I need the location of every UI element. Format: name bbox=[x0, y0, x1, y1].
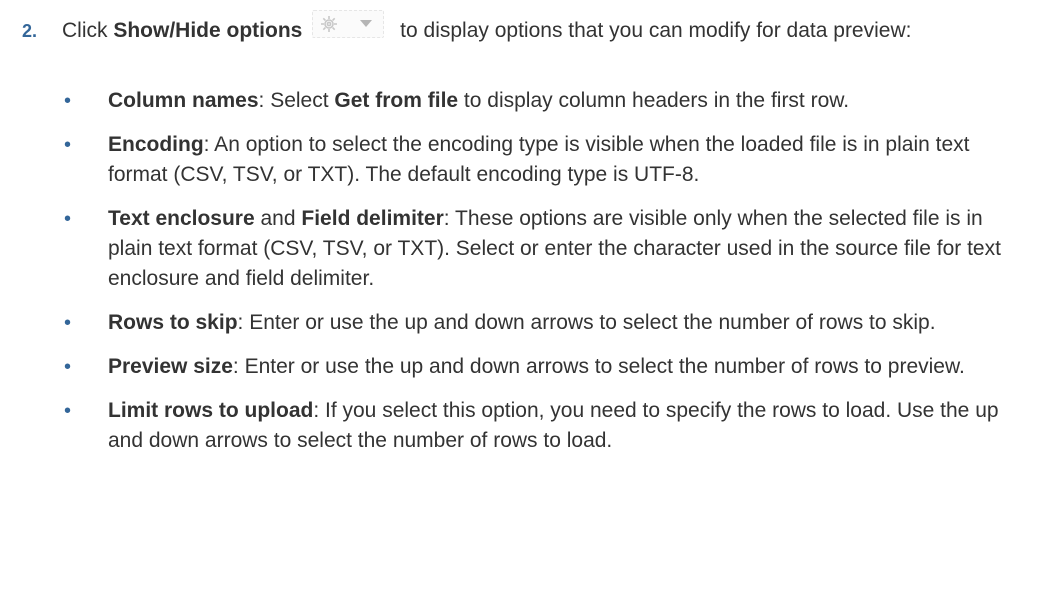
bullet-dot: • bbox=[64, 312, 72, 334]
bullet-dot: • bbox=[64, 356, 72, 378]
list-item-encoding: • Encoding: An option to select the encod… bbox=[64, 130, 1024, 190]
term-get-from-file: Get from file bbox=[334, 89, 459, 112]
list-item-limit-rows: • Limit rows to upload: If you select thi… bbox=[64, 396, 1024, 456]
bullet-dot: • bbox=[64, 90, 72, 112]
step-intro: Click Show/Hide options to display optio… bbox=[62, 10, 1022, 46]
step-intro-after: to display options that you can modify f… bbox=[394, 19, 912, 42]
term-rows-to-skip: Rows to skip bbox=[108, 311, 238, 334]
options-list: • Column names: Select Get from file to d… bbox=[64, 86, 1024, 470]
term-text-enclosure: Text enclosure bbox=[108, 207, 255, 230]
list-item-rows-to-skip: • Rows to skip: Enter or use the up and d… bbox=[64, 308, 1024, 338]
chevron-down-icon bbox=[360, 20, 373, 28]
item-text: and bbox=[254, 207, 302, 230]
bullet-dot: • bbox=[64, 134, 72, 156]
list-item-column-names: • Column names: Select Get from file to d… bbox=[64, 86, 1024, 116]
show-hide-options-label: Show/Hide options bbox=[113, 19, 303, 42]
step-2: 2. Click Show/Hide options to display op… bbox=[22, 10, 1022, 46]
step-intro-before: Click bbox=[62, 19, 114, 42]
bullet-dot: • bbox=[64, 208, 72, 230]
list-item-preview-size: • Preview size: Enter or use the up and d… bbox=[64, 352, 1024, 382]
term-preview-size: Preview size bbox=[108, 355, 233, 378]
item-text: to display column headers in the first r… bbox=[458, 89, 850, 112]
step-number: 2. bbox=[22, 21, 38, 41]
term-field-delimiter: Field delimiter bbox=[301, 207, 444, 230]
item-text: : An option to select the encoding type … bbox=[108, 133, 970, 186]
show-hide-options-button bbox=[312, 10, 385, 39]
item-text: : Select bbox=[258, 89, 335, 112]
bullet-dot: • bbox=[64, 400, 72, 422]
term-encoding: Encoding bbox=[108, 133, 204, 156]
item-text: : Enter or use the up and down arrows to… bbox=[232, 355, 965, 378]
term-column-names: Column names bbox=[108, 89, 259, 112]
gear-icon bbox=[321, 16, 338, 33]
term-limit-rows-to-upload: Limit rows to upload bbox=[108, 399, 314, 422]
item-text: : Enter or use the up and down arrows to… bbox=[237, 311, 936, 334]
list-item-text-enclosure: • Text enclosure and Field delimiter: The… bbox=[64, 204, 1024, 294]
document-page: 2. Click Show/Hide options to display op… bbox=[0, 0, 1042, 590]
